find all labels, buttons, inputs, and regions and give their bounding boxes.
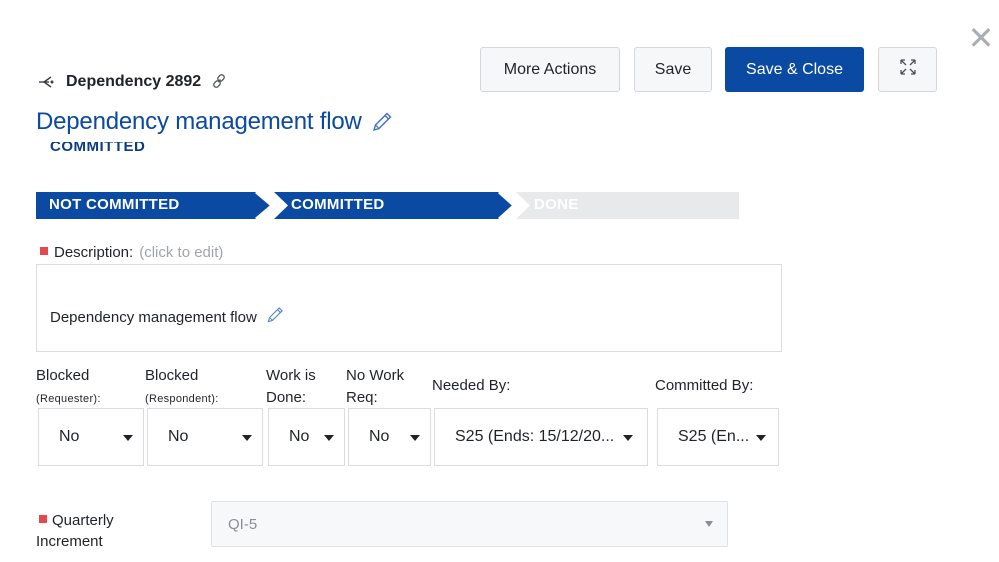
quarterly-increment-label: Quarterly Increment bbox=[36, 512, 114, 550]
expand-icon bbox=[899, 58, 917, 81]
required-marker bbox=[40, 247, 48, 255]
needed-by-label: Needed By: bbox=[432, 377, 511, 394]
stage-not-committed[interactable]: NOT COMMITTED bbox=[49, 196, 180, 213]
more-actions-button[interactable]: More Actions bbox=[480, 47, 620, 92]
link-icon[interactable] bbox=[211, 73, 229, 91]
required-marker bbox=[39, 515, 47, 523]
no-work-req-label: No Work Req: bbox=[346, 367, 405, 406]
blocked-respondent-select[interactable]: No bbox=[147, 408, 263, 466]
dependency-icon bbox=[36, 72, 56, 92]
blocked-requester-select[interactable]: No bbox=[38, 408, 144, 466]
chevron-down-icon bbox=[705, 521, 713, 527]
quarterly-increment-select[interactable]: QI-5 bbox=[211, 501, 728, 547]
chevron-down-icon bbox=[623, 435, 633, 441]
chevron-down-icon bbox=[324, 435, 334, 441]
description-label-row: Description: (click to edit) bbox=[40, 244, 223, 261]
work-done-select[interactable]: No bbox=[268, 408, 345, 466]
description-content: Dependency management flow bbox=[50, 305, 285, 330]
chevron-down-icon bbox=[123, 435, 133, 441]
chevron-down-icon bbox=[756, 435, 766, 441]
description-label: Description: bbox=[54, 244, 134, 261]
work-done-label: Work is Done: bbox=[266, 367, 316, 406]
page-title[interactable]: Dependency management flow bbox=[36, 108, 362, 136]
status-stage-bar: NOT COMMITTED COMMITTED DONE bbox=[36, 192, 740, 219]
close-icon[interactable]: ✕ bbox=[966, 22, 996, 54]
expand-button[interactable] bbox=[878, 47, 937, 92]
title-row: Dependency management flow bbox=[36, 108, 394, 136]
description-hint[interactable]: (click to edit) bbox=[139, 244, 223, 261]
status-overflow-label: COMMITTED bbox=[50, 142, 146, 155]
stage-committed[interactable]: COMMITTED bbox=[291, 196, 385, 213]
committed-by-select[interactable]: S25 (En... bbox=[657, 408, 779, 466]
pencil-icon[interactable] bbox=[265, 305, 285, 330]
no-work-req-select[interactable]: No bbox=[348, 408, 431, 466]
blocked-respondent-label: Blocked (Respondent): bbox=[145, 367, 219, 405]
description-field[interactable]: Dependency management flow bbox=[36, 264, 782, 352]
chevron-down-icon bbox=[242, 435, 252, 441]
needed-by-select[interactable]: S25 (Ends: 15/12/20... bbox=[434, 408, 648, 466]
chevron-down-icon bbox=[410, 435, 420, 441]
committed-by-label: Committed By: bbox=[655, 377, 754, 394]
description-text: Dependency management flow bbox=[50, 309, 257, 326]
save-button[interactable]: Save bbox=[634, 47, 712, 92]
save-close-button[interactable]: Save & Close bbox=[725, 47, 864, 92]
item-header: Dependency 2892 bbox=[36, 72, 229, 92]
item-id: Dependency 2892 bbox=[66, 73, 202, 90]
pencil-icon[interactable] bbox=[370, 110, 394, 134]
stage-done[interactable]: DONE bbox=[534, 196, 579, 213]
blocked-requester-label: Blocked (Requester): bbox=[36, 367, 101, 405]
